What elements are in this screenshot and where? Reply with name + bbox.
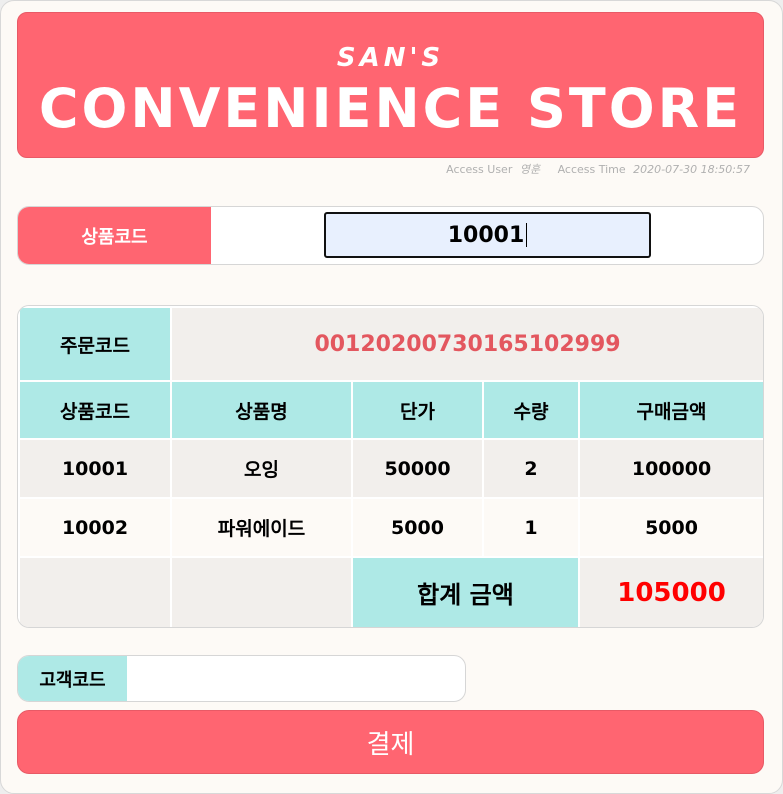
product-code-value: 10001 xyxy=(447,222,525,248)
banner-title: CONVENIENCE STORE xyxy=(38,77,743,140)
column-header: 수량 xyxy=(482,380,580,440)
text-cursor xyxy=(526,223,528,247)
cell-quantity: 2 xyxy=(482,438,580,499)
cell-product-code: 10002 xyxy=(18,497,172,558)
store-banner: SAN'S CONVENIENCE STORE xyxy=(17,12,764,158)
order-code-label: 주문코드 xyxy=(18,306,172,382)
cell-quantity: 1 xyxy=(482,497,580,558)
cell-unit-price: 50000 xyxy=(351,438,484,499)
order-table: 주문코드 00120200730165102999 상품코드 상품명 단가 수량… xyxy=(17,305,764,628)
cell-product-code: 10001 xyxy=(18,438,172,499)
product-code-input[interactable]: 10001 xyxy=(324,212,651,258)
cell-product-name: 파워에이드 xyxy=(170,497,353,558)
customer-code-row: 고객코드 xyxy=(17,655,466,702)
access-user-label: Access User xyxy=(446,163,513,176)
access-time-value: 2020-07-30 18:50:57 xyxy=(633,163,750,176)
customer-code-label: 고객코드 xyxy=(18,656,127,701)
column-header: 상품코드 xyxy=(18,380,172,440)
cell-product-name: 오잉 xyxy=(170,438,353,499)
column-header: 상품명 xyxy=(170,380,353,440)
total-label: 합계 금액 xyxy=(351,556,580,627)
banner-subtitle: SAN'S xyxy=(336,43,445,73)
customer-code-input[interactable] xyxy=(127,656,465,701)
order-code-value: 00120200730165102999 xyxy=(169,306,763,382)
cell-purchase-amount: 100000 xyxy=(577,438,763,499)
empty-cell xyxy=(18,556,172,627)
cell-purchase-amount: 5000 xyxy=(577,497,763,558)
access-time-label: Access Time xyxy=(557,163,626,176)
column-header: 구매금액 xyxy=(577,380,763,440)
table-row: 10002 파워에이드 5000 1 5000 xyxy=(18,497,763,558)
access-user-value: 영훈 xyxy=(519,163,541,176)
app-frame: SAN'S CONVENIENCE STORE Access User 영훈 A… xyxy=(0,0,783,794)
product-code-label: 상품코드 xyxy=(18,207,211,264)
product-code-row: 상품코드 10001 xyxy=(17,206,764,265)
empty-cell xyxy=(170,556,353,627)
pay-button[interactable]: 결제 xyxy=(17,710,764,774)
access-info: Access User 영훈 Access Time 2020-07-30 18… xyxy=(446,161,750,177)
cell-unit-price: 5000 xyxy=(351,497,484,558)
table-row: 10001 오잉 50000 2 100000 xyxy=(18,438,763,499)
total-value: 105000 xyxy=(577,556,763,627)
column-header: 단가 xyxy=(351,380,484,440)
